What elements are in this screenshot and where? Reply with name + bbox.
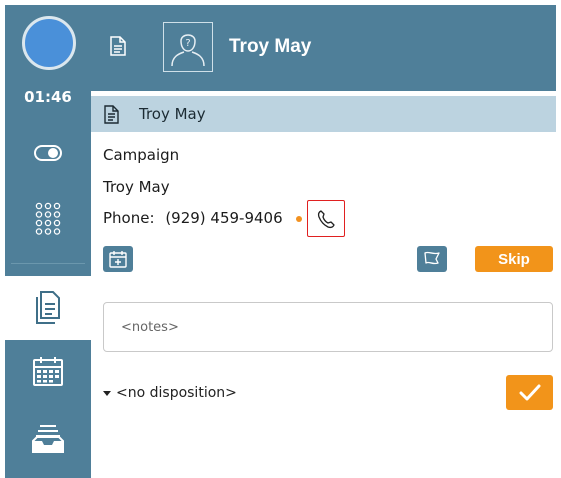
contact-record-tab[interactable] — [5, 276, 91, 340]
toggle-icon — [34, 145, 62, 161]
document-icon — [36, 291, 60, 324]
schedule-callback-button[interactable] — [103, 246, 133, 272]
phone-label: Phone: — [103, 209, 155, 227]
phone-icon — [317, 209, 335, 228]
record-icon[interactable] — [110, 36, 126, 60]
skip-button[interactable]: Skip — [475, 246, 553, 272]
disposition-value: <no disposition> — [116, 385, 237, 401]
phone-status-dot — [296, 216, 302, 222]
left-rail: 01:46 — [5, 5, 91, 478]
agent-status-avatar[interactable] — [22, 16, 76, 70]
flag-button[interactable] — [417, 246, 447, 272]
contact-panel: Troy May Campaign Troy May Phone: (929) … — [91, 91, 556, 478]
inbox-button[interactable] — [5, 424, 91, 454]
flag-icon — [424, 251, 440, 265]
contact-name-text: Troy May — [103, 178, 170, 196]
contact-name-heading: Troy May — [229, 36, 312, 57]
top-bar: ? Troy May — [91, 5, 556, 91]
calendar-add-icon — [109, 251, 127, 268]
dialpad-button[interactable] — [5, 202, 91, 236]
unknown-person-icon: ? — [171, 34, 205, 67]
calendar-button[interactable] — [5, 355, 91, 387]
confirm-disposition-button[interactable] — [506, 375, 553, 410]
phone-number: (929) 459-9406 — [165, 209, 283, 227]
contact-photo: ? — [163, 22, 213, 72]
svg-text:?: ? — [185, 38, 190, 49]
status-toggle-button[interactable] — [5, 145, 91, 161]
call-phone-button[interactable] — [307, 200, 345, 237]
disposition-dropdown[interactable]: <no disposition> — [103, 385, 237, 401]
document-icon — [110, 36, 126, 56]
phone-line: Phone: (929) 459-9406 — [103, 209, 283, 227]
checkmark-icon — [519, 384, 540, 400]
panel-header: Troy May — [91, 96, 556, 132]
dialpad-icon — [35, 202, 61, 235]
document-icon — [104, 105, 119, 124]
call-timer: 01:46 — [24, 88, 72, 106]
inbox-icon — [32, 425, 64, 453]
campaign-label: Campaign — [103, 146, 180, 164]
panel-title: Troy May — [139, 105, 206, 123]
notes-input[interactable]: <notes> — [103, 302, 553, 352]
rail-divider — [11, 263, 85, 264]
calendar-icon — [33, 357, 63, 386]
caret-down-icon — [103, 390, 111, 396]
